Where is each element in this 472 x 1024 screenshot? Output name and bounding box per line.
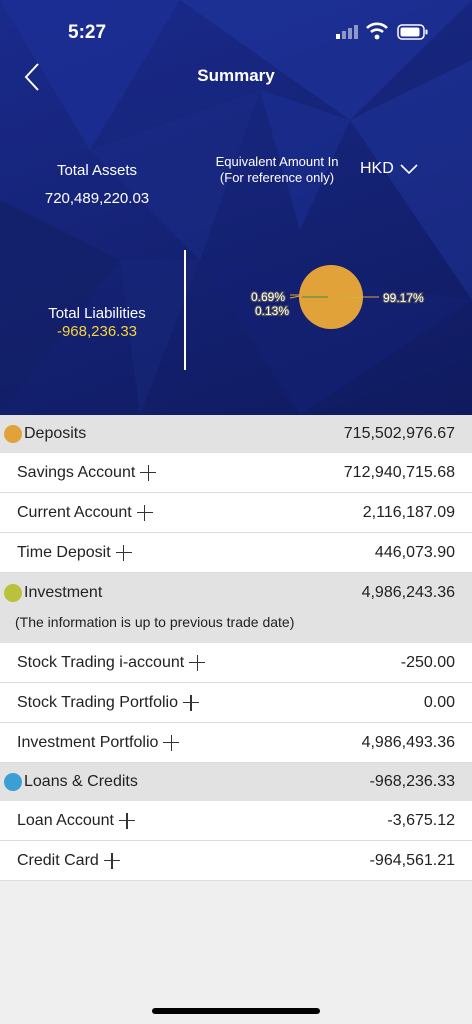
- equivalent-amount-line1: Equivalent Amount In: [215, 154, 339, 169]
- row-amount: 0.00: [423, 693, 455, 711]
- plus-icon[interactable]: [189, 654, 206, 671]
- status-time: 5:27: [68, 22, 107, 43]
- row-amount: -3,675.12: [387, 811, 455, 829]
- row-savings-account[interactable]: Savings Account 712,940,715.68: [0, 453, 472, 493]
- row-stock-trading-portfolio[interactable]: Stock Trading Portfolio 0.00: [0, 683, 472, 723]
- group-investment: Investment 4,986,243.36 (The information…: [0, 573, 472, 643]
- equivalent-amount-line2: (For reference only): [219, 170, 335, 185]
- total-liabilities-label: Total Liabilities: [48, 305, 146, 322]
- row-label: Stock Trading i-account: [17, 653, 185, 671]
- row-amount: 446,073.90: [374, 543, 455, 561]
- row-label: Stock Trading Portfolio: [17, 693, 178, 711]
- row-investment-portfolio[interactable]: Investment Portfolio 4,986,493.36: [0, 723, 472, 763]
- group-total: 4,986,243.36: [361, 584, 455, 601]
- row-stock-trading-i-account[interactable]: Stock Trading i-account -250.00: [0, 643, 472, 683]
- group-total: 715,502,976.67: [343, 425, 455, 442]
- currency-selector[interactable]: HKD: [360, 160, 418, 178]
- row-amount: 712,940,715.68: [343, 463, 455, 481]
- plus-icon[interactable]: [136, 504, 153, 521]
- row-amount: 2,116,187.09: [362, 503, 455, 521]
- loans-dot-icon: [4, 773, 22, 791]
- row-current-account[interactable]: Current Account 2,116,187.09: [0, 493, 472, 533]
- wifi-icon: [366, 22, 388, 40]
- cellular-signal-icon: [336, 25, 358, 39]
- row-credit-card[interactable]: Credit Card -964,561.21: [0, 841, 472, 881]
- group-total: -968,236.33: [369, 773, 455, 790]
- background-pattern: [0, 0, 472, 415]
- pie-label-deposits: 99.17%: [383, 291, 424, 305]
- plus-icon[interactable]: [103, 852, 120, 869]
- pie-leader-loans: [289, 295, 301, 299]
- row-label: Loan Account: [17, 811, 114, 829]
- plus-icon[interactable]: [182, 694, 199, 711]
- summary-header-panel: 5:27 Summary Total Assets 720,489,220.03…: [0, 0, 472, 415]
- row-label: Time Deposit: [17, 543, 111, 561]
- chevron-down-icon: [400, 164, 418, 175]
- pie-label-loans: 0.13%: [255, 304, 289, 318]
- vertical-divider: [184, 250, 186, 370]
- equivalent-amount-label: Equivalent Amount In (For reference only…: [207, 154, 347, 186]
- group-deposits: Deposits 715,502,976.67: [0, 415, 472, 453]
- plus-icon[interactable]: [118, 812, 135, 829]
- plus-icon[interactable]: [163, 734, 180, 751]
- total-assets-label: Total Assets: [56, 162, 138, 179]
- battery-icon: [397, 24, 428, 40]
- row-label: Current Account: [17, 503, 132, 521]
- row-time-deposit[interactable]: Time Deposit 446,073.90: [0, 533, 472, 573]
- page-title: Summary: [197, 66, 275, 85]
- row-amount: 4,986,493.36: [361, 733, 455, 751]
- allocation-pie-chart: 0.69% 0.13% 99.17%: [250, 265, 425, 329]
- group-name: Loans & Credits: [24, 773, 138, 790]
- row-loan-account[interactable]: Loan Account -3,675.12: [0, 801, 472, 841]
- account-list: Deposits 715,502,976.67 Savings Account …: [0, 415, 472, 881]
- group-name: Investment: [24, 584, 103, 601]
- status-bar: 5:27: [0, 0, 472, 60]
- row-label: Investment Portfolio: [17, 733, 159, 751]
- row-amount: -964,561.21: [369, 851, 455, 869]
- pie-label-investment: 0.69%: [251, 290, 285, 304]
- row-label: Credit Card: [17, 851, 99, 869]
- total-assets-value: 720,489,220.03: [44, 190, 150, 207]
- investment-dot-icon: [4, 584, 22, 602]
- group-loans-credits: Loans & Credits -968,236.33: [0, 763, 472, 801]
- home-indicator[interactable]: [152, 1008, 320, 1014]
- currency-value: HKD: [360, 160, 394, 177]
- investment-note: (The information is up to previous trade…: [15, 614, 295, 630]
- group-name: Deposits: [24, 425, 87, 442]
- row-amount: -250.00: [400, 653, 455, 671]
- plus-icon[interactable]: [115, 544, 132, 561]
- plus-icon[interactable]: [140, 464, 157, 481]
- deposits-dot-icon: [4, 425, 22, 443]
- total-liabilities-value: -968,236.33: [56, 323, 138, 340]
- row-label: Savings Account: [17, 463, 136, 481]
